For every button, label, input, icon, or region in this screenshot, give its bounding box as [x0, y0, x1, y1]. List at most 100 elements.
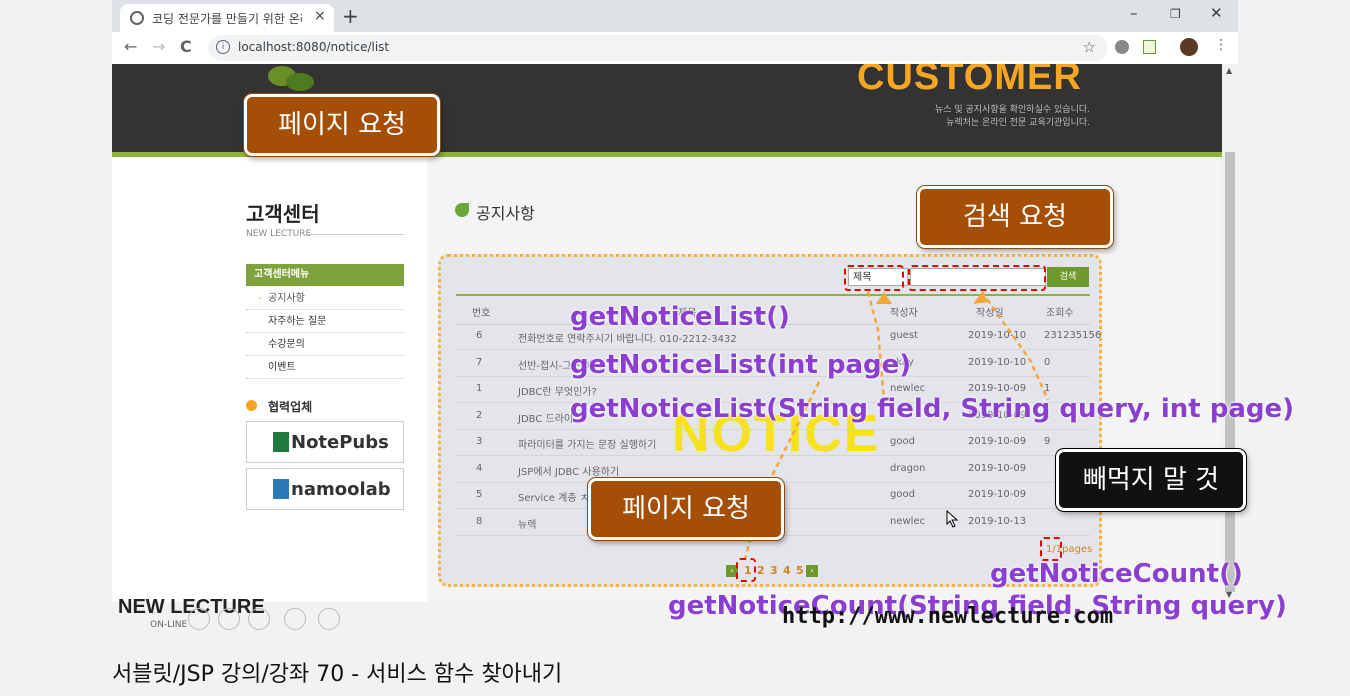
column-header: 작성일 — [976, 308, 1004, 319]
back-button[interactable]: ← — [124, 37, 137, 56]
extension-icon[interactable] — [1115, 40, 1129, 54]
banner-subtitle-1: 뉴스 및 공지사항을 확인하실수 있습니다. — [934, 105, 1090, 115]
page-title: 공지사항 — [476, 204, 535, 223]
table-cell: 8 — [476, 515, 483, 527]
highlight-box — [1040, 537, 1062, 561]
extension-doc-icon[interactable] — [1143, 40, 1156, 54]
table-cell: good — [890, 489, 915, 500]
callout-page-request-bottom: 페이지 요청 — [588, 478, 784, 540]
sidebar-item-label: 공지사항 — [268, 293, 305, 304]
table-row[interactable]: 3 파라미터를 가지는 문장 실행하기 good 2019-10-09 9 — [456, 429, 1090, 456]
banner-title: CUSTOMER — [857, 64, 1082, 98]
sidebar-item-label: 자주하는 질문 — [268, 316, 327, 327]
table-cell: 2019-10-09 — [968, 436, 1027, 447]
plant-icon — [268, 66, 314, 91]
namoolab-logo-icon — [273, 479, 289, 499]
table-cell: 5 — [476, 489, 483, 500]
table-cell: 2019-10-10 — [968, 356, 1027, 368]
function-label: getNoticeCount() — [990, 559, 1243, 589]
highlight-box — [844, 265, 904, 291]
partners-heading: 협력업체 — [268, 400, 313, 414]
lecture-logo-sub: ON-LINE — [150, 620, 188, 630]
info-icon[interactable]: i — [216, 40, 230, 54]
sidebar-item-inquiry[interactable]: 수강문의 — [246, 334, 404, 356]
more-options-icon[interactable] — [318, 608, 340, 630]
close-window-button[interactable]: ✕ — [1210, 4, 1223, 22]
browser-toolbar: ← → C i localhost:8080/notice/list ☆ ⋮ — [112, 32, 1238, 64]
sidebar-item-notice[interactable]: - 공지사항 — [246, 288, 404, 310]
scrollbar-thumb[interactable] — [1225, 152, 1235, 592]
table-cell: 2019-10-09 — [968, 383, 1027, 394]
row-title-link[interactable]: 뉴렉 — [518, 516, 536, 531]
table-cell: good — [890, 436, 915, 447]
row-title-link[interactable]: JSP에서 JDBC 사용하기 — [518, 463, 619, 478]
bullet-icon — [246, 400, 257, 411]
column-header: 작성자 — [890, 308, 918, 319]
partner-name: NotePubs — [291, 432, 389, 453]
function-label: getNoticeList() — [570, 302, 790, 332]
menu-kebab-icon[interactable]: ⋮ — [1214, 37, 1228, 53]
partner-namoolab-link[interactable]: namoolab — [246, 468, 404, 510]
sidebar-menu-heading: 고객센터메뉴 — [246, 264, 404, 286]
row-title-link[interactable]: 전화번호로 연락주시기 바랍니다. 010-2212-3432 — [518, 330, 737, 345]
forward-button[interactable]: → — [152, 37, 165, 56]
leaf-icon — [455, 203, 469, 217]
browser-chrome: 코딩 전문가를 만들기 위한 온라 × + – ❐ ✕ ← → C i loca… — [112, 0, 1238, 64]
row-title-link[interactable]: Service 계층 ㅊ — [518, 489, 589, 504]
scroll-up-icon[interactable]: ▲ — [1226, 66, 1232, 75]
video-control-icon[interactable] — [218, 608, 240, 630]
table-cell: 1 — [476, 383, 483, 394]
highlight-box — [908, 265, 1046, 291]
browser-tab[interactable]: 코딩 전문가를 만들기 위한 온라 × — [120, 4, 334, 32]
video-control-icon[interactable] — [248, 608, 270, 630]
table-cell: 2 — [476, 409, 483, 421]
sidebar-item-event[interactable]: 이벤트 — [246, 357, 404, 379]
page-link[interactable]: 5 — [796, 564, 804, 577]
row-title-link[interactable]: JDBC 드라이 — [518, 410, 573, 425]
minimize-button[interactable]: – — [1130, 4, 1138, 22]
url-watermark: http://www.newlecture.com — [782, 604, 1114, 629]
column-header: 번호 — [472, 308, 491, 319]
video-caption: 서블릿/JSP 강의/강좌 70 - 서비스 함수 찾아내기 — [112, 662, 563, 687]
table-cell: guest — [890, 330, 918, 341]
profile-avatar[interactable] — [1180, 38, 1198, 56]
tab-close-button[interactable]: × — [314, 8, 326, 24]
globe-icon — [130, 11, 144, 25]
table-cell: 2019-10-13 — [968, 515, 1027, 527]
sidebar-title: 고객센터 — [246, 202, 320, 226]
sidebar-item-label: 이벤트 — [268, 362, 296, 373]
page-link[interactable]: 2 — [757, 564, 765, 577]
address-bar[interactable]: i localhost:8080/notice/list ☆ — [208, 35, 1108, 61]
search-button[interactable]: 검색 — [1047, 267, 1089, 287]
new-tab-button[interactable]: + — [342, 4, 359, 28]
sidebar-item-faq[interactable]: 자주하는 질문 — [246, 311, 404, 333]
url-text[interactable]: localhost:8080/notice/list — [238, 40, 389, 54]
function-label: getNoticeList(String field, String query… — [570, 394, 1295, 424]
partner-name: namoolab — [291, 479, 391, 500]
function-label: getNoticeList(int page) — [570, 350, 912, 380]
table-cell: 2019-10-09 — [968, 489, 1027, 500]
bookmark-star-icon[interactable]: ☆ — [1083, 38, 1096, 56]
table-cell: 231235156 — [1044, 330, 1102, 341]
table-cell: 7 — [476, 356, 483, 368]
tab-title: 코딩 전문가를 만들기 위한 온라 — [152, 12, 302, 26]
video-control-icon[interactable] — [284, 608, 306, 630]
table-cell: 2019-10-10 — [968, 330, 1027, 341]
table-cell: 2019-10-09 — [968, 462, 1027, 474]
table-cell: 9 — [1044, 436, 1051, 447]
page-link[interactable]: 4 — [783, 564, 791, 577]
table-cell: newlec — [890, 383, 926, 394]
table-cell: 3 — [476, 436, 483, 447]
restore-button[interactable]: ❐ — [1170, 7, 1181, 21]
row-title-link[interactable]: 파라미터를 가지는 문장 실행하기 — [518, 436, 656, 451]
table-cell: 0 — [1044, 356, 1051, 368]
sidebar-subtitle: NEW LECTURE — [246, 229, 312, 239]
page-link[interactable]: 3 — [770, 564, 778, 577]
reload-button[interactable]: C — [180, 37, 192, 56]
partner-notepubs-link[interactable]: NotePubs — [246, 421, 404, 463]
table-cell: 6 — [476, 330, 483, 341]
video-control-icon[interactable] — [188, 608, 210, 630]
next-page-button[interactable]: › — [806, 565, 818, 577]
highlight-box — [736, 558, 756, 582]
table-cell: 4 — [476, 462, 483, 474]
